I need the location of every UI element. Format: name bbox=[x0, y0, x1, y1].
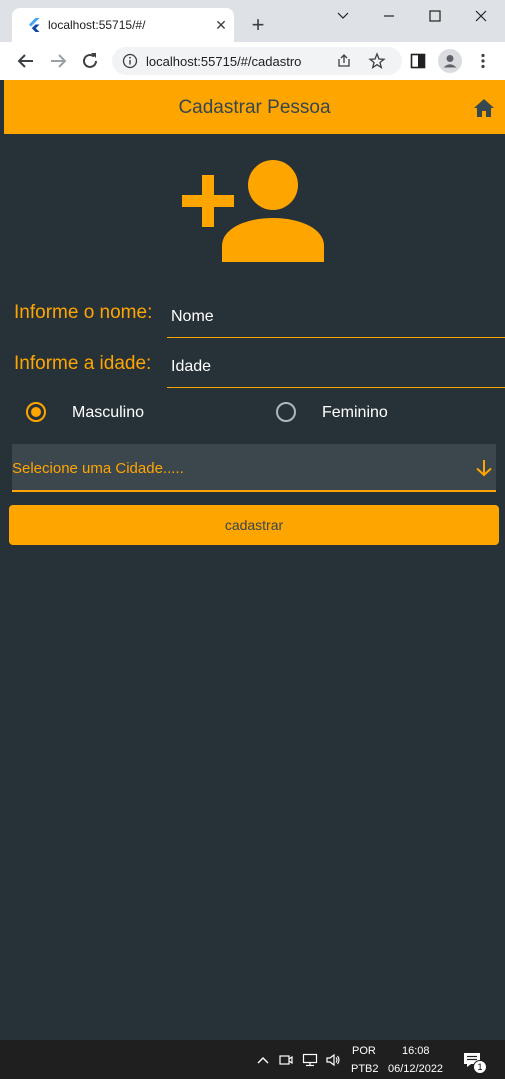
person-add-icon bbox=[182, 160, 324, 262]
bookmark-star-icon[interactable] bbox=[368, 52, 386, 70]
more-menu-icon[interactable] bbox=[474, 52, 492, 70]
windows-taskbar: POR PTB2 16:08 06/12/2022 1 bbox=[0, 1040, 505, 1079]
chevron-up-icon[interactable] bbox=[255, 1052, 271, 1068]
input-language[interactable]: POR bbox=[352, 1045, 376, 1057]
back-icon[interactable] bbox=[14, 49, 38, 73]
radio-feminino-label[interactable]: Feminino bbox=[322, 404, 388, 422]
browser-tab[interactable]: localhost:55715/#/ ✕ bbox=[12, 8, 234, 42]
cadastrar-button[interactable]: cadastrar bbox=[9, 505, 499, 545]
clock-date[interactable]: 06/12/2022 bbox=[388, 1063, 443, 1075]
side-panel-icon[interactable] bbox=[410, 53, 426, 69]
city-dropdown[interactable]: Selecione uma Cidade..... bbox=[12, 444, 496, 492]
meet-now-icon[interactable] bbox=[278, 1052, 294, 1068]
info-icon[interactable] bbox=[122, 53, 138, 69]
forward-icon[interactable] bbox=[46, 49, 70, 73]
browser-tab-bar: localhost:55715/#/ ✕ + bbox=[0, 0, 505, 42]
name-placeholder: Nome bbox=[171, 308, 214, 325]
volume-icon[interactable] bbox=[325, 1052, 341, 1068]
app-bar: Cadastrar Pessoa bbox=[4, 80, 505, 134]
arrow-down-icon bbox=[476, 460, 492, 477]
url-text[interactable]: localhost:55715/#/cadastro bbox=[146, 54, 301, 69]
home-icon[interactable] bbox=[473, 97, 495, 119]
app-page: Cadastrar Pessoa Informe o nome: Nome In… bbox=[4, 80, 505, 1040]
notification-count-badge: 1 bbox=[473, 1060, 487, 1074]
address-bar[interactable]: localhost:55715/#/cadastro bbox=[112, 47, 402, 75]
maximize-icon[interactable] bbox=[420, 4, 450, 28]
share-icon[interactable] bbox=[336, 53, 352, 69]
page-title: Cadastrar Pessoa bbox=[178, 97, 331, 118]
age-field-row: Informe a idade: Idade bbox=[4, 348, 505, 392]
network-icon[interactable] bbox=[302, 1052, 318, 1068]
cadastrar-button-label: cadastrar bbox=[224, 517, 284, 533]
radio-masculino-label[interactable]: Masculino bbox=[72, 404, 144, 422]
browser-toolbar: localhost:55715/#/cadastro bbox=[0, 42, 505, 80]
age-placeholder: Idade bbox=[171, 358, 212, 375]
minimize-window-icon[interactable] bbox=[374, 4, 404, 28]
person-icon bbox=[443, 55, 457, 68]
radio-feminino[interactable] bbox=[276, 402, 296, 422]
keyboard-layout[interactable]: PTB2 bbox=[351, 1063, 379, 1075]
age-input[interactable]: Idade bbox=[167, 348, 505, 388]
minimize-icon[interactable] bbox=[328, 4, 358, 28]
flutter-icon bbox=[29, 18, 40, 32]
radio-masculino[interactable] bbox=[26, 402, 46, 422]
profile-avatar-icon[interactable] bbox=[438, 49, 462, 73]
age-label: Informe a idade: bbox=[14, 353, 152, 374]
close-icon[interactable] bbox=[466, 4, 496, 28]
name-input[interactable]: Nome bbox=[167, 298, 505, 338]
tab-close-button[interactable]: ✕ bbox=[212, 16, 230, 34]
reload-icon[interactable] bbox=[78, 49, 102, 73]
clock-time[interactable]: 16:08 bbox=[402, 1045, 430, 1057]
city-dropdown-hint: Selecione uma Cidade..... bbox=[12, 460, 184, 477]
tab-title: localhost:55715/#/ bbox=[48, 18, 146, 32]
new-tab-button[interactable]: + bbox=[247, 14, 269, 36]
name-field-row: Informe o nome: Nome bbox=[4, 298, 505, 342]
name-label: Informe o nome: bbox=[14, 302, 153, 323]
